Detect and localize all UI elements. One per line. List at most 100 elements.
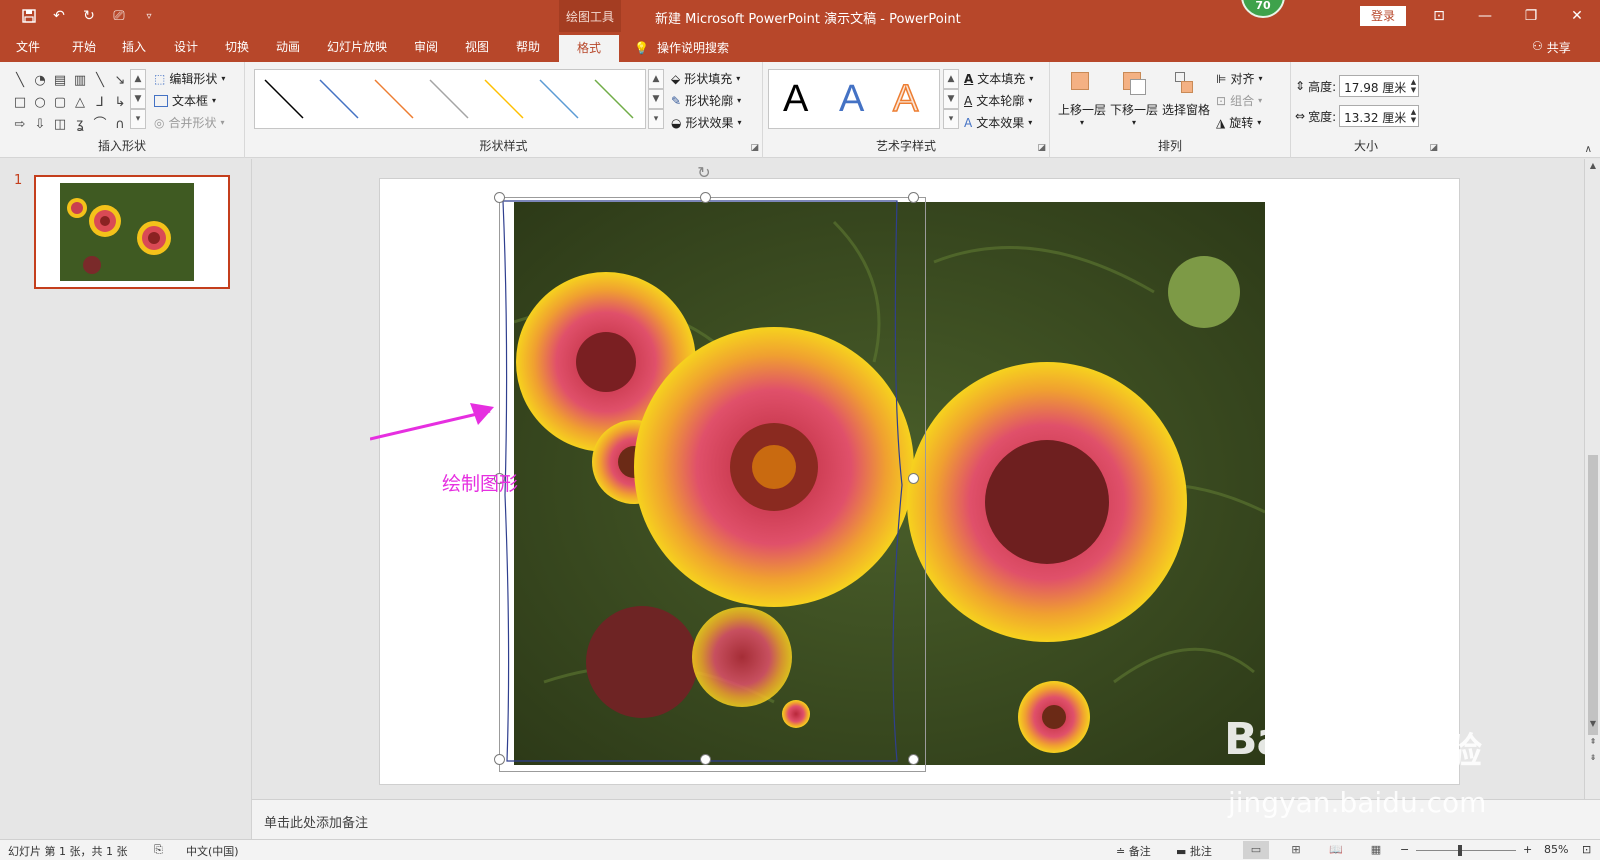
freeform-shape-icon[interactable]: ◫ [50, 114, 70, 136]
notes-toggle[interactable]: ≐ 备注 [1116, 843, 1151, 859]
tab-transitions[interactable]: 切换 [225, 38, 249, 55]
scroll-down-icon[interactable]: ▼ [943, 89, 959, 109]
style-line-7[interactable] [594, 79, 634, 119]
line-shape-icon[interactable]: ╲ [10, 70, 30, 92]
scrollbar-thumb[interactable] [1588, 455, 1598, 735]
tab-home[interactable]: 开始 [72, 38, 96, 55]
rotate-button[interactable]: ◮ 旋转 ▾ [1216, 114, 1261, 131]
resize-handle-tr[interactable] [908, 192, 919, 203]
merge-shapes-button[interactable]: ◎ 合并形状 ▾ [154, 114, 225, 131]
shapes-gallery-scroll[interactable]: ▲ ▼ ▾ [130, 69, 146, 129]
share-button[interactable]: ⚇ 共享 [1532, 39, 1571, 56]
edit-shape-button[interactable]: ⬚ 编辑形状 ▾ [154, 70, 225, 87]
wordart-gallery-scroll[interactable]: ▲ ▼ ▾ [943, 69, 959, 129]
wordart-orange-outline[interactable]: A [892, 77, 919, 121]
redo-icon[interactable]: ↻ [78, 6, 100, 26]
comments-toggle[interactable]: ▬ 批注 [1176, 843, 1212, 859]
vertical-scrollbar[interactable]: ▲ ▼ ⇞ ⇟ [1584, 159, 1600, 799]
style-line-4[interactable] [429, 79, 469, 119]
shape-style-gallery[interactable] [254, 69, 646, 129]
line-icon[interactable]: ╲ [90, 70, 110, 92]
elbow-connector-icon[interactable]: ⅃ [90, 92, 110, 114]
slideshow-view-icon[interactable]: ▦ [1363, 841, 1389, 859]
next-slide-icon[interactable]: ⇟ [1585, 753, 1600, 762]
undo-icon[interactable]: ↶ [48, 6, 70, 26]
text-outline-button[interactable]: A 文本轮廓 ▾ [964, 92, 1032, 109]
collapse-ribbon-icon[interactable]: ∧ [1585, 144, 1592, 155]
resize-handle-br[interactable] [908, 754, 919, 765]
style-line-6[interactable] [539, 79, 579, 119]
ribbon-display-options-icon[interactable]: ⊡ [1416, 0, 1462, 32]
scroll-up-icon[interactable]: ▲ [1585, 161, 1600, 170]
zoom-in-icon[interactable]: + [1523, 843, 1532, 856]
curve-shape-icon[interactable]: ⌒ [90, 114, 110, 136]
tab-design[interactable]: 设计 [174, 38, 198, 55]
tab-slideshow[interactable]: 幻灯片放映 [327, 38, 387, 55]
arrow-line-icon[interactable]: ↘ [110, 70, 130, 92]
tab-review[interactable]: 审阅 [414, 38, 438, 55]
scribble-shape-icon[interactable]: ʓ [70, 114, 90, 136]
more-icon[interactable]: ▾ [943, 109, 959, 129]
arc-shape-icon[interactable]: ◔ [30, 70, 50, 92]
resize-handle-bl[interactable] [494, 754, 505, 765]
tell-me-search[interactable]: 💡 操作说明搜索 [634, 39, 729, 56]
scroll-up-icon[interactable]: ▲ [943, 69, 959, 89]
shape-outline-button[interactable]: ✎ 形状轮廓 ▾ [671, 92, 741, 109]
down-arrow-shape-icon[interactable]: ⇩ [30, 114, 50, 136]
selection-frame[interactable] [499, 197, 926, 772]
zoom-slider[interactable] [1416, 850, 1516, 851]
wordart-black[interactable]: A [783, 78, 808, 121]
text-fill-button[interactable]: A 文本填充 ▾ [964, 70, 1033, 87]
rounded-rect-icon[interactable]: ▢ [50, 92, 70, 114]
group-button[interactable]: ⊡ 组合 ▾ [1216, 92, 1262, 109]
tab-animations[interactable]: 动画 [276, 38, 300, 55]
scroll-up-icon[interactable]: ▲ [648, 69, 664, 89]
style-preview-lines[interactable] [255, 70, 645, 128]
text-box-button[interactable]: 文本框 ▾ [154, 92, 216, 109]
close-icon[interactable]: ✕ [1554, 0, 1600, 32]
oval-shape-icon[interactable]: ○ [30, 92, 50, 114]
bring-forward-button[interactable]: 上移一层 ▾ [1056, 70, 1108, 127]
triangle-shape-icon[interactable]: △ [70, 92, 90, 114]
scroll-down-icon[interactable]: ▼ [1585, 719, 1600, 728]
elbow-arrow-icon[interactable]: ↳ [110, 92, 130, 114]
zoom-slider-thumb[interactable] [1458, 845, 1462, 856]
resize-handle-b[interactable] [700, 754, 711, 765]
spell-check-icon[interactable]: ⎘ [154, 843, 163, 857]
slide-thumbnail[interactable] [34, 175, 230, 289]
dialog-launcher-icon[interactable]: ◪ [1429, 143, 1438, 153]
rectangle-shape-icon[interactable]: □ [10, 92, 30, 114]
language[interactable]: 中文(中国) [186, 843, 239, 859]
dialog-launcher-icon[interactable]: ◪ [750, 143, 759, 153]
wordart-blue[interactable]: A [839, 78, 864, 121]
shape-fill-button[interactable]: ⬙ 形状填充 ▾ [671, 70, 740, 87]
tab-help[interactable]: 帮助 [516, 38, 540, 55]
tab-insert[interactable]: 插入 [122, 38, 146, 55]
customize-qat-icon[interactable]: ▿ [138, 6, 160, 26]
shapes-gallery[interactable]: ╲ ◔ ▤ ▥ ╲ ↘ □ ○ ▢ △ ⅃ ↳ ⇨ ⇩ ◫ ʓ ⌒ ∩ [10, 70, 130, 136]
zoom-out-icon[interactable]: − [1400, 843, 1409, 856]
tab-file[interactable]: 文件 [16, 38, 40, 55]
text-effects-button[interactable]: A 文本效果 ▾ [964, 114, 1032, 131]
tab-view[interactable]: 视图 [465, 38, 489, 55]
scroll-down-icon[interactable]: ▼ [648, 89, 664, 109]
resize-handle-t[interactable] [700, 192, 711, 203]
resize-handle-tl[interactable] [494, 192, 505, 203]
vertical-textbox-icon[interactable]: ▥ [70, 70, 90, 92]
style-line-2[interactable] [319, 79, 359, 119]
curve2-shape-icon[interactable]: ∩ [110, 114, 130, 136]
shape-effects-button[interactable]: ◒ 形状效果 ▾ [671, 114, 742, 131]
dialog-launcher-icon[interactable]: ◪ [1037, 143, 1046, 153]
scroll-down-icon[interactable]: ▼ [130, 89, 146, 109]
rotate-handle-icon[interactable]: ↻ [694, 163, 714, 183]
textbox-shape-icon[interactable]: ▤ [50, 70, 70, 92]
normal-view-icon[interactable]: ▭ [1243, 841, 1269, 859]
tab-format[interactable]: 格式 [559, 35, 620, 62]
scroll-up-icon[interactable]: ▲ [130, 69, 146, 89]
resize-handle-r[interactable] [908, 473, 919, 484]
style-line-1[interactable] [264, 79, 304, 119]
selection-pane-button[interactable]: 选择窗格 [1160, 70, 1212, 118]
zoom-level[interactable]: 85% [1544, 843, 1568, 856]
login-button[interactable]: 登录 [1360, 6, 1406, 26]
fit-slide-icon[interactable]: ⊡ [1582, 843, 1591, 856]
